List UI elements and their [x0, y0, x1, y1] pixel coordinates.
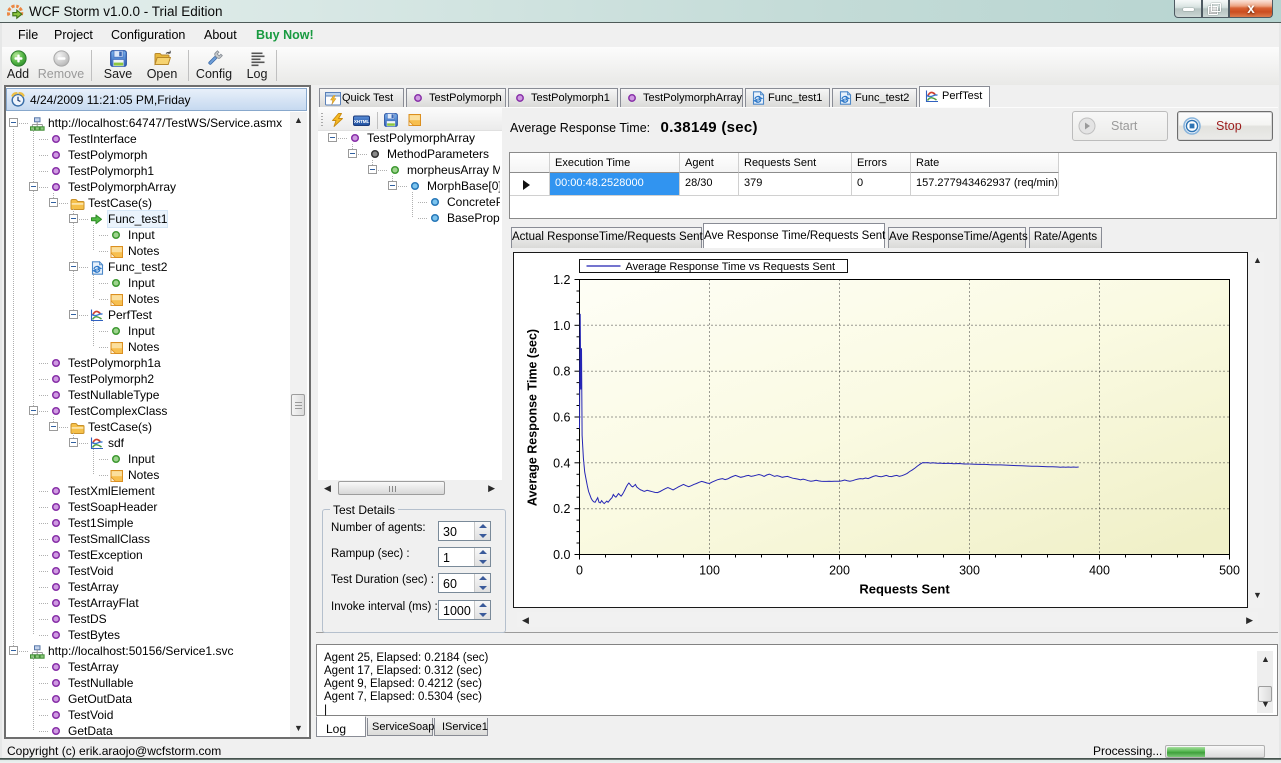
- svg-text:500: 500: [1219, 564, 1240, 578]
- svg-text:XHTML: XHTML: [354, 119, 370, 124]
- svg-text:0.8: 0.8: [553, 365, 570, 379]
- svg-text:0: 0: [576, 564, 583, 578]
- svg-text:1.0: 1.0: [553, 319, 570, 333]
- svg-text:0.4: 0.4: [553, 456, 570, 470]
- svg-text:100: 100: [699, 564, 720, 578]
- svg-text:0.6: 0.6: [553, 411, 570, 425]
- svg-text:Requests Sent: Requests Sent: [859, 582, 950, 597]
- svg-text:200: 200: [829, 564, 850, 578]
- svg-text:300: 300: [959, 564, 980, 578]
- svg-text:1.2: 1.2: [553, 273, 570, 287]
- svg-text:Average Response Time vs Reque: Average Response Time vs Requests Sent: [626, 261, 836, 273]
- svg-text:400: 400: [1089, 564, 1110, 578]
- svg-text:0.2: 0.2: [553, 502, 570, 516]
- svg-text:Average Response Time (sec): Average Response Time (sec): [526, 329, 540, 506]
- svg-text:0.0: 0.0: [553, 548, 570, 562]
